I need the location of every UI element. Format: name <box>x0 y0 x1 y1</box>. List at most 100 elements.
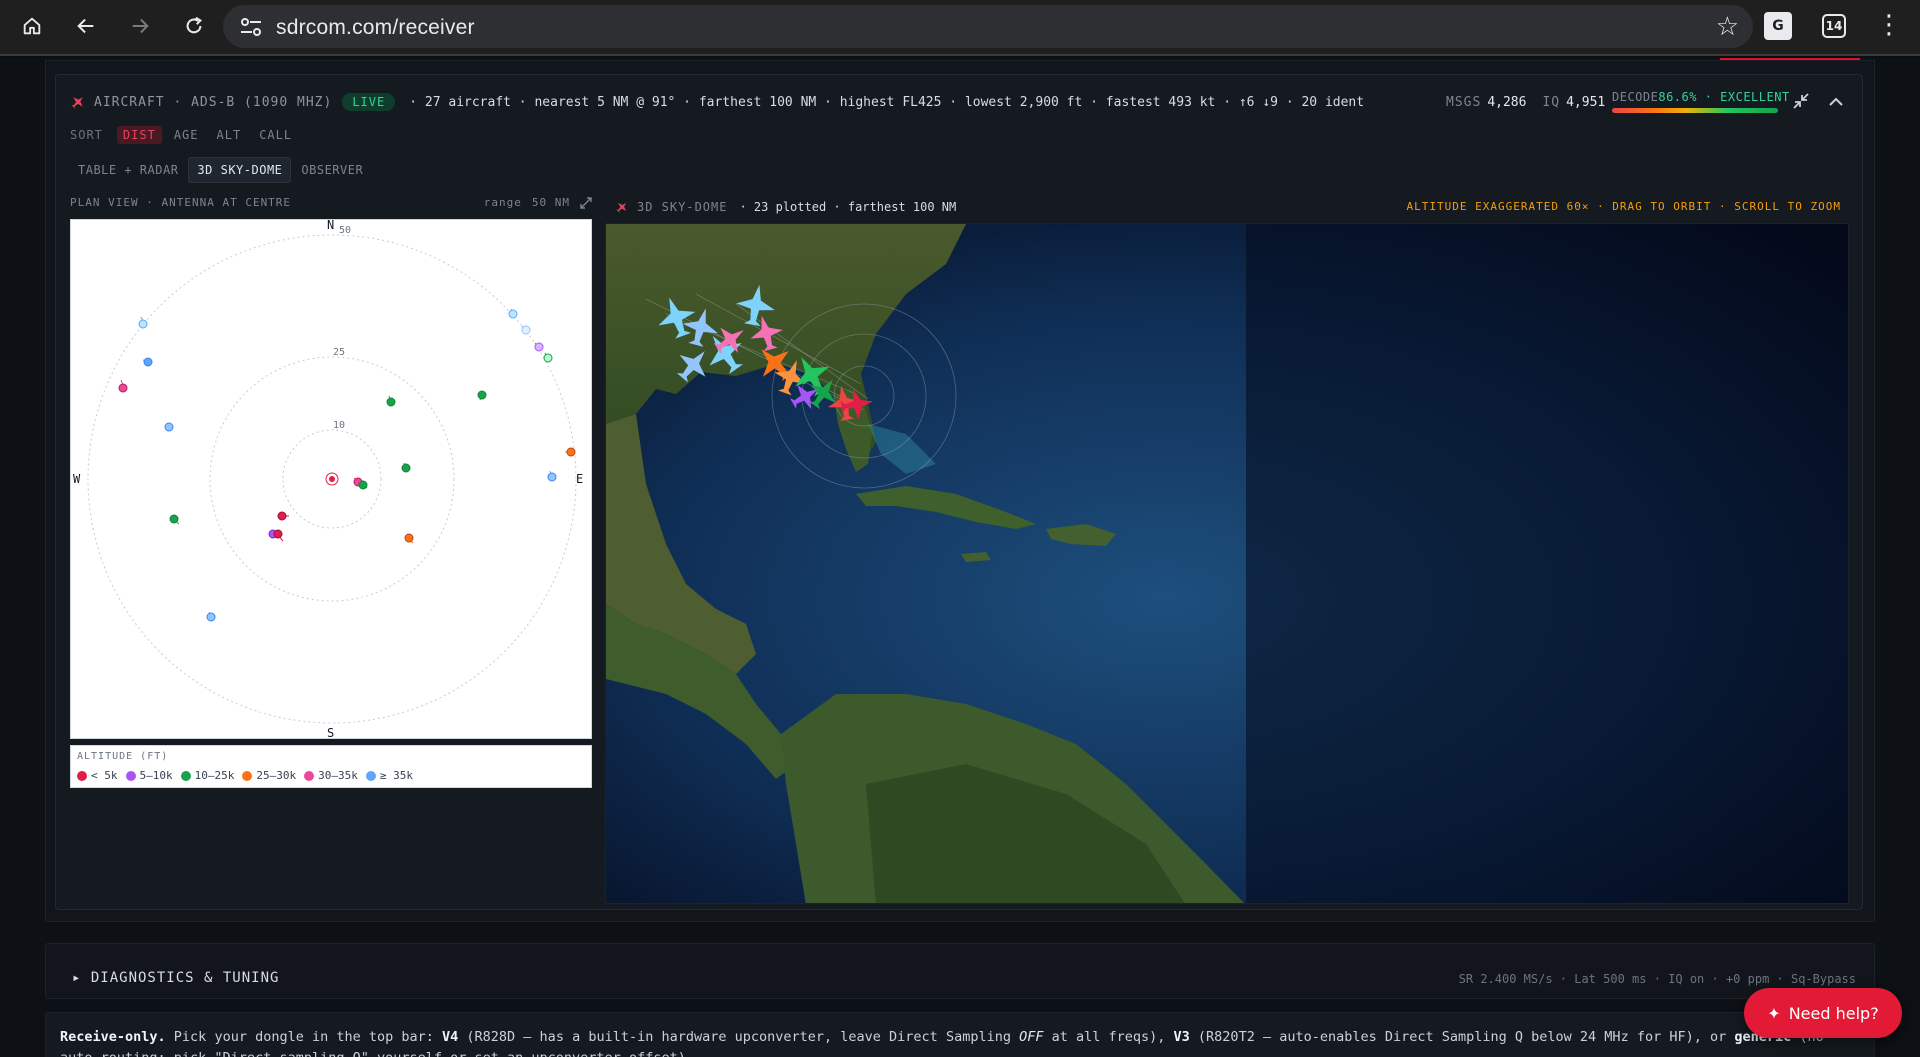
aircraft-dot[interactable] <box>273 529 284 542</box>
legend-item: 5–10k <box>125 769 173 782</box>
aircraft-dot[interactable] <box>358 480 368 490</box>
info-text-4: (R820T2 — auto-enables Direct Sampling Q… <box>1189 1029 1735 1045</box>
decode-meter: DECODE86.6% · EXCELLENT <box>1612 90 1789 116</box>
aircraft-dot[interactable] <box>565 447 576 457</box>
tab-count-icon[interactable]: 14 <box>1822 14 1846 38</box>
iq-value: 4,951 <box>1566 94 1606 110</box>
reload-icon[interactable] <box>174 8 214 44</box>
info-text-3: at all freqs), <box>1043 1029 1174 1045</box>
minimize-icon[interactable] <box>1792 92 1810 110</box>
legend-label: 10–25k <box>194 769 235 782</box>
aircraft-dot[interactable] <box>404 533 414 544</box>
sort-label: SORT <box>70 128 103 142</box>
ring-label-25: 25 <box>333 347 345 358</box>
tab-table-radar[interactable]: TABLE + RADAR <box>70 158 186 182</box>
aircraft-dot[interactable] <box>547 470 557 482</box>
aircraft-dot[interactable] <box>477 390 487 401</box>
aircraft-header: AIRCRAFT · ADS-B (1090 MHZ) LIVE · 27 ai… <box>70 92 1364 112</box>
aircraft-dot[interactable] <box>169 514 180 525</box>
msgs-label: MSGS <box>1446 94 1482 110</box>
sparkle-icon: ✦ <box>1767 1003 1781 1023</box>
sky-dome-canvas[interactable] <box>605 223 1849 904</box>
address-bar[interactable]: sdrcom.com/receiver ☆ <box>223 5 1753 48</box>
browser-toolbar: sdrcom.com/receiver ☆ G 14 ⋮ <box>0 0 1920 56</box>
legend-swatch <box>304 770 315 781</box>
back-arrow-icon[interactable] <box>66 8 106 44</box>
legend-item: 25–30k <box>242 769 296 782</box>
info-off: OFF <box>1019 1029 1044 1045</box>
need-help-label: Need help? <box>1788 1003 1879 1023</box>
diagnostics-panel[interactable]: ▸ DIAGNOSTICS & TUNING SR 2.400 MS/s · L… <box>45 943 1875 999</box>
legend-item: 10–25k <box>180 769 235 782</box>
url-text[interactable]: sdrcom.com/receiver <box>276 16 475 40</box>
sort-age-button[interactable]: AGE <box>168 126 205 144</box>
aircraft-dot[interactable] <box>386 395 396 407</box>
diagnostics-title[interactable]: ▸ DIAGNOSTICS & TUNING <box>72 970 279 986</box>
info-lead: Receive-only. <box>60 1029 166 1045</box>
legend-label: < 5k <box>91 769 118 782</box>
legend-label: 5–10k <box>139 769 173 782</box>
info-box: Receive-only. Pick your dongle in the to… <box>45 1012 1875 1057</box>
sky-dome-title: 3D SKY-DOME <box>637 200 728 214</box>
aircraft-dot[interactable] <box>543 352 553 363</box>
info-v4: V4 <box>442 1029 459 1045</box>
info-text-2: (R828D — has a built-in hardware upconve… <box>458 1029 1020 1045</box>
sort-bar: SORT DIST AGE ALT CALL <box>70 126 304 144</box>
aircraft-summary: · 27 aircraft · nearest 5 NM @ 91° · far… <box>409 94 1365 110</box>
aircraft-dot[interactable] <box>277 511 289 521</box>
globe-svg[interactable] <box>606 224 1849 904</box>
forward-arrow-icon[interactable] <box>120 8 160 44</box>
decode-value: 86.6% · EXCELLENT <box>1658 90 1790 104</box>
deep-space-shade <box>1246 224 1848 903</box>
legend-item: < 5k <box>77 769 118 782</box>
home-icon[interactable] <box>12 8 52 44</box>
plan-view-header: PLAN VIEW · ANTENNA AT CENTRE range 50 N… <box>70 196 592 212</box>
tab-3d-sky-dome[interactable]: 3D SKY-DOME <box>188 157 292 183</box>
plane-icon <box>616 202 627 213</box>
aircraft-dot[interactable] <box>206 611 216 622</box>
sky-dome-header: 3D SKY-DOME · 23 plotted · farthest 100 … <box>605 200 1841 218</box>
legend-swatch <box>77 770 87 781</box>
sky-dome-summary: · 23 plotted · farthest 100 NM <box>739 200 957 214</box>
sort-call-button[interactable]: CALL <box>253 126 298 144</box>
ring-label-10: 10 <box>333 420 345 431</box>
legend-item: ≥ 35k <box>365 769 413 782</box>
aircraft-dot[interactable] <box>138 316 148 329</box>
aircraft-title: AIRCRAFT · ADS-B (1090 MHZ) <box>94 94 333 110</box>
range-label: range <box>483 196 522 209</box>
aircraft-dot[interactable] <box>508 308 518 319</box>
aircraft-dot[interactable] <box>142 357 153 367</box>
aircraft-dot[interactable] <box>401 462 411 473</box>
legend-label: 30–35k <box>318 769 358 782</box>
radar-svg[interactable]: 50 25 10 N S W E <box>71 218 593 740</box>
range-value[interactable]: 50 NM <box>532 196 570 209</box>
aircraft-dot[interactable] <box>534 342 544 352</box>
legend-item: 30–35k <box>304 769 358 782</box>
aircraft-dot[interactable] <box>118 379 128 393</box>
diagnostics-stats: SR 2.400 MS/s · Lat 500 ms · IQ on · +0 … <box>1458 972 1856 986</box>
legend-label: ≥ 35k <box>379 769 413 782</box>
view-tabs: TABLE + RADAR 3D SKY-DOME OBSERVER <box>70 157 373 183</box>
aircraft-dot[interactable] <box>521 325 531 335</box>
site-settings-icon[interactable] <box>239 16 263 38</box>
translate-icon[interactable]: G <box>1764 12 1792 40</box>
chevron-up-icon[interactable] <box>1828 94 1844 108</box>
compass-north: N <box>327 220 334 232</box>
decode-label: DECODE <box>1612 90 1659 104</box>
tab-observer[interactable]: OBSERVER <box>293 158 371 182</box>
need-help-button[interactable]: ✦ Need help? <box>1744 988 1902 1038</box>
message-stats: MSGS 4,286 IQ 4,951 <box>1446 92 1621 112</box>
radar-plan-view[interactable]: 50 25 10 N S W E <box>70 218 593 740</box>
browser-menu-icon[interactable]: ⋮ <box>1876 10 1902 40</box>
decode-bar <box>1612 108 1778 113</box>
antenna-marker <box>329 476 335 482</box>
altitude-legend: ALTITUDE (FT) < 5k 5–10k 10–25k 25–30k 3… <box>70 745 592 788</box>
info-text-1: Pick your dongle in the top bar: <box>165 1029 443 1045</box>
sort-dist-button[interactable]: DIST <box>116 126 162 144</box>
star-icon[interactable]: ☆ <box>1716 12 1739 42</box>
expand-icon[interactable] <box>580 196 592 209</box>
ring-label-50: 50 <box>339 225 351 236</box>
sort-alt-button[interactable]: ALT <box>211 126 248 144</box>
compass-west: W <box>73 472 81 486</box>
aircraft-dot[interactable] <box>164 422 174 432</box>
